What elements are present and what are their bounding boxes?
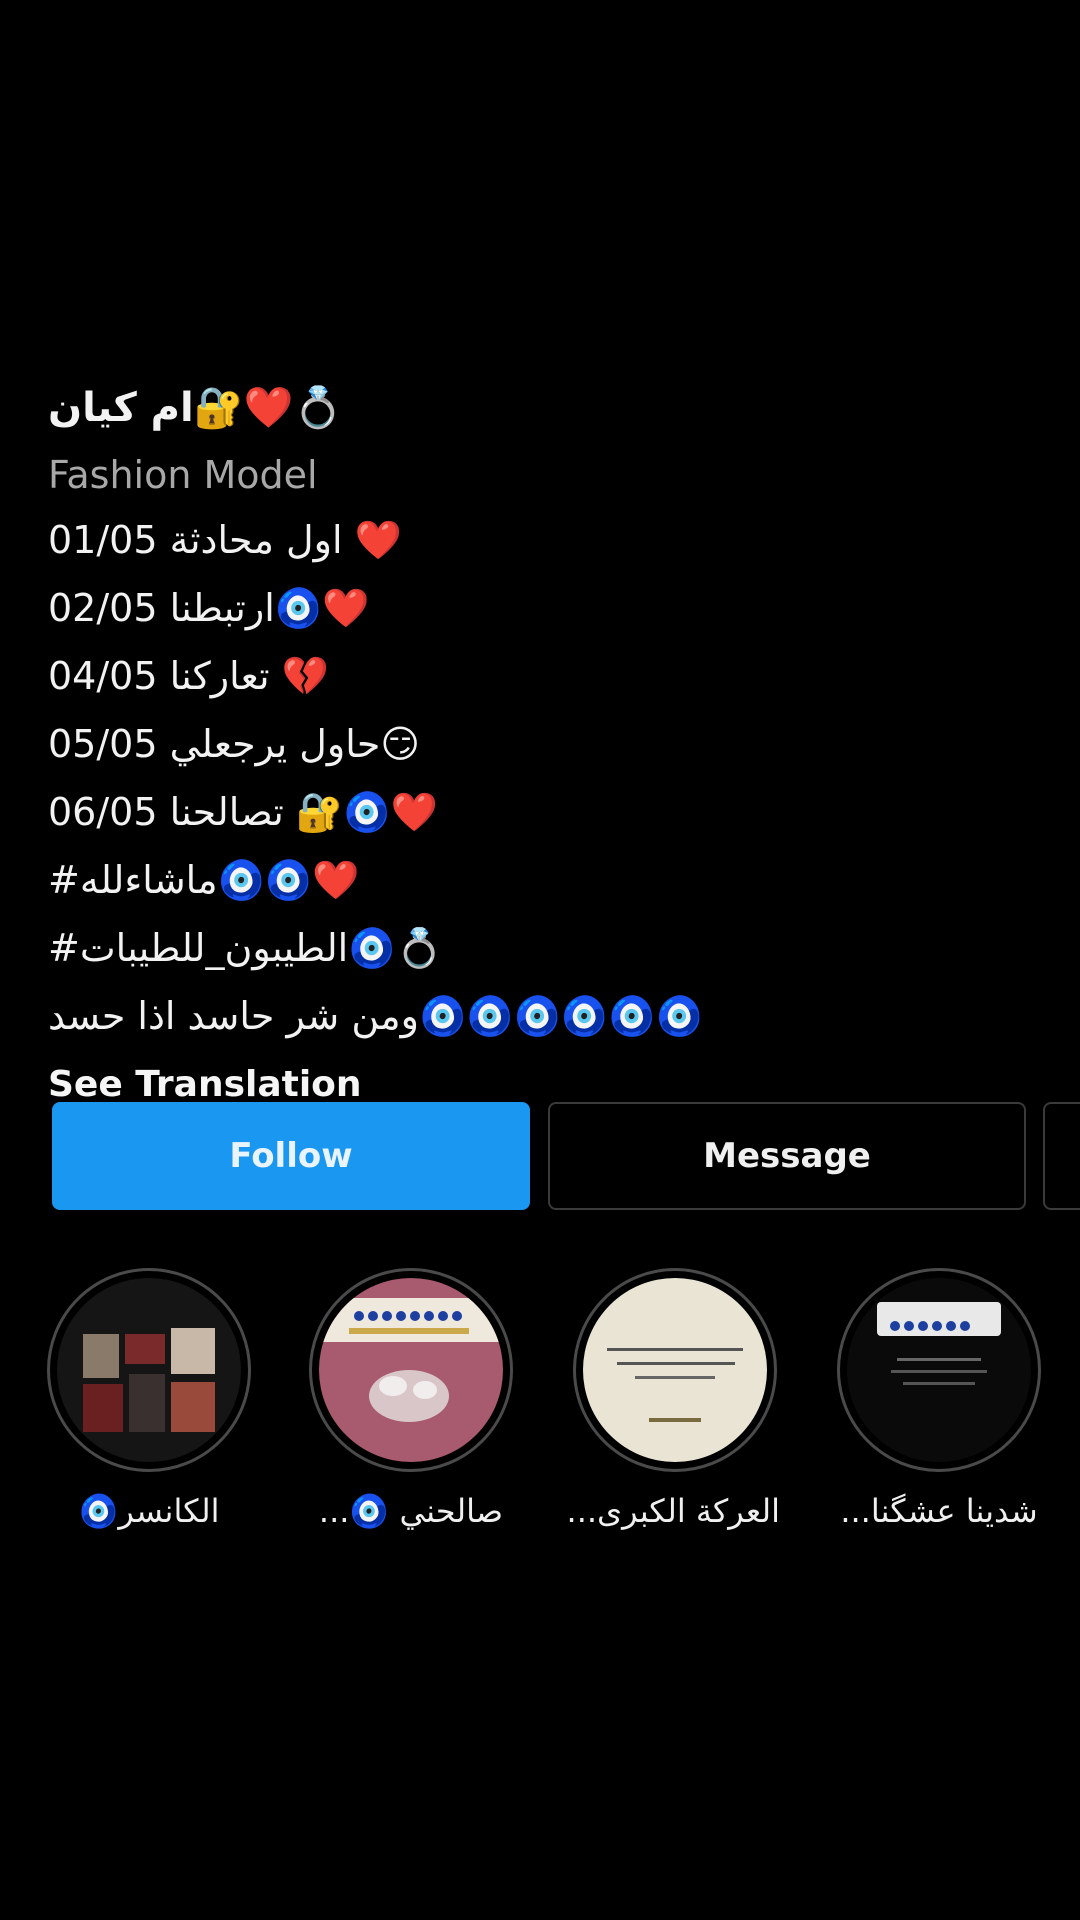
story-highlight[interactable]: العركة الكبرى... [566, 1268, 780, 1530]
profile-page: 💍❤️🔐ام كيان Fashion Model ❤️ اول محادثة … [0, 0, 1080, 1920]
highlight-ring [309, 1268, 513, 1472]
highlight-ring [47, 1268, 251, 1472]
highlight-cover-image [847, 1278, 1031, 1462]
highlight-label: شدينا عشگنا... [840, 1492, 1038, 1530]
bio-line: ❤️🧿🧿ماشاءلله# [48, 858, 360, 902]
highlight-cover-image [57, 1278, 241, 1462]
story-highlight[interactable]: صالحني 🧿... [306, 1268, 516, 1530]
story-highlight[interactable]: شدينا عشگنا... [834, 1268, 1044, 1530]
message-button[interactable]: Message [548, 1102, 1026, 1210]
bio-line: 💔 تعاركنا 04/05 [48, 654, 329, 698]
profile-category: Fashion Model [48, 453, 318, 497]
bio-line: ❤️🧿ارتبطنا 02/05 [48, 586, 370, 630]
highlight-label: الكانسر🧿 [78, 1492, 220, 1530]
profile-bio: 💍❤️🔐ام كيان Fashion Model ❤️ اول محادثة … [48, 372, 808, 1120]
highlight-cover-image [319, 1278, 503, 1462]
follow-button[interactable]: Follow [52, 1102, 530, 1210]
highlight-ring [573, 1268, 777, 1472]
more-actions-button[interactable] [1043, 1102, 1080, 1210]
story-highlight[interactable]: الكانسر🧿 [44, 1268, 254, 1530]
highlight-ring [837, 1268, 1041, 1472]
highlight-label: العركة الكبرى... [566, 1492, 780, 1530]
highlight-label: صالحني 🧿... [318, 1492, 504, 1530]
bio-line: 🧿🧿🧿🧿🧿🧿ومن شر حاسد اذا حسد [48, 994, 703, 1038]
bio-line: 😏حاول يرجعلي 05/05 [48, 722, 420, 766]
profile-name: 💍❤️🔐ام كيان [48, 385, 344, 431]
highlight-cover-image [583, 1278, 767, 1462]
bio-line: ❤️🧿🔐 تصالحنا 06/05 [48, 790, 438, 834]
bio-line: ❤️ اول محادثة 01/05 [48, 518, 402, 562]
bio-line: 💍🧿الطيبون_للطيبات# [48, 926, 443, 970]
